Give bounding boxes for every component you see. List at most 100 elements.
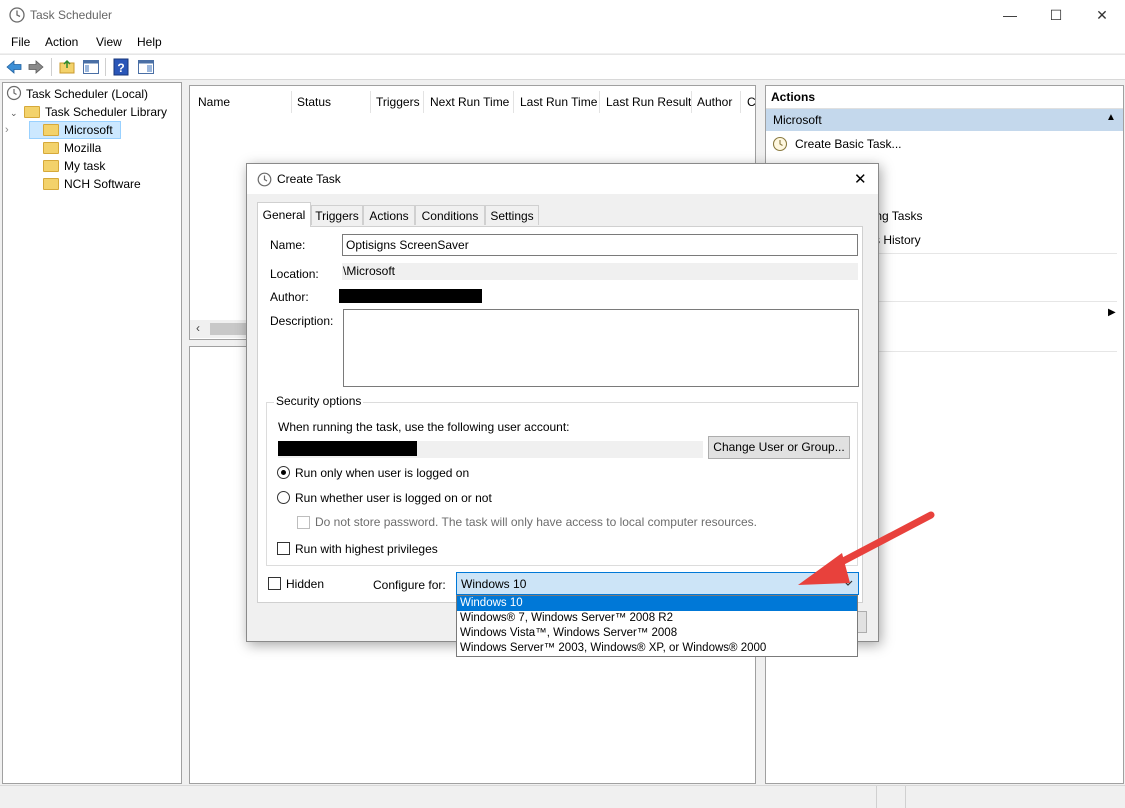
chevron-right-icon[interactable]: ›: [5, 122, 9, 138]
author-redacted: [339, 289, 482, 303]
create-task-dialog: Create Task ✕ General Triggers Actions C…: [246, 163, 879, 642]
menu-file[interactable]: File: [11, 35, 30, 49]
maximize-button[interactable]: ☐: [1033, 0, 1079, 31]
annotation-arrow-icon: [798, 511, 935, 585]
no-store-password-label: Do not store password. The task will onl…: [315, 515, 757, 529]
tree-label: NCH Software: [64, 177, 141, 191]
location-value: \Microsoft: [343, 264, 396, 278]
dialog-title: Create Task: [277, 172, 341, 186]
column-header-status[interactable]: Status: [297, 95, 331, 109]
folder-icon: [43, 160, 59, 172]
highest-privileges-checkbox[interactable]: [277, 542, 290, 555]
tree-item-my-task[interactable]: My task: [43, 157, 105, 175]
radio-whether-label[interactable]: Run whether user is logged on or not: [295, 491, 492, 505]
column-header-author[interactable]: Author: [697, 95, 732, 109]
show-hide-action-pane-icon[interactable]: [137, 58, 155, 76]
forward-arrow-icon[interactable]: [27, 58, 45, 76]
location-label: Location:: [270, 267, 319, 281]
status-bar: [0, 785, 1125, 808]
tree-item-microsoft[interactable]: › Microsoft: [5, 121, 121, 139]
back-arrow-icon[interactable]: [5, 58, 23, 76]
menu-help[interactable]: Help: [137, 35, 162, 49]
account-prompt: When running the task, use the following…: [278, 420, 570, 434]
column-header-c[interactable]: C: [747, 95, 756, 109]
minimize-button[interactable]: —: [987, 0, 1033, 31]
column-header-next-run-time[interactable]: Next Run Time: [430, 95, 509, 109]
folder-icon: [43, 142, 59, 154]
folder-up-icon[interactable]: [58, 58, 76, 76]
help-icon[interactable]: ?: [112, 58, 130, 76]
highest-privileges-label[interactable]: Run with highest privileges: [295, 542, 438, 556]
column-header-last-run-result[interactable]: Last Run Result: [606, 95, 691, 109]
show-hide-console-tree-icon[interactable]: [82, 58, 100, 76]
clock-icon: [9, 7, 25, 23]
hidden-checkbox[interactable]: [268, 577, 281, 590]
library-folder-icon: [24, 106, 40, 118]
collapse-up-icon[interactable]: ▲: [1106, 112, 1116, 123]
configure-option-windows-10[interactable]: Windows 10: [457, 596, 857, 611]
clock-icon: [6, 85, 22, 101]
tree-item-library[interactable]: ⌄ Task Scheduler Library: [10, 103, 167, 121]
task-clock-icon: [772, 136, 788, 152]
svg-text:?: ?: [117, 61, 124, 75]
location-field: \Microsoft: [342, 263, 858, 280]
column-header-name[interactable]: Name: [198, 95, 230, 109]
radio-whether-logged-on[interactable]: [277, 491, 290, 504]
tree-label: Task Scheduler Library: [45, 105, 168, 119]
description-label: Description:: [270, 314, 334, 328]
toolbar: ?: [0, 54, 1125, 80]
tree-item-nch-software[interactable]: NCH Software: [43, 175, 141, 193]
name-input[interactable]: [342, 234, 858, 256]
change-user-button[interactable]: Change User or Group...: [708, 436, 850, 459]
configure-option-windows-server-2003[interactable]: Windows Server™ 2003, Windows® XP, or Wi…: [457, 641, 857, 656]
section-label: Microsoft: [773, 113, 822, 127]
window-title: Task Scheduler: [30, 8, 113, 22]
configure-for-dropdown-list: Windows 10 Windows® 7, Windows Server™ 2…: [456, 595, 858, 657]
tree-label: My task: [64, 159, 106, 173]
configure-for-value: Windows 10: [461, 577, 527, 591]
radio-logged-on[interactable]: [277, 466, 290, 479]
dialog-title-bar: Create Task ✕: [247, 164, 878, 194]
title-bar: Task Scheduler — ☐ ✕: [0, 0, 1125, 31]
menu-action[interactable]: Action: [45, 35, 78, 49]
general-tab-panel: Name: Location: \Microsoft Author: Descr…: [257, 226, 863, 603]
name-label: Name:: [270, 238, 306, 252]
actions-header: Actions: [766, 86, 1123, 109]
tab-settings[interactable]: Settings: [485, 205, 539, 225]
dialog-close-button[interactable]: ✕: [854, 170, 867, 188]
tab-triggers[interactable]: Triggers: [311, 205, 363, 225]
actions-section-microsoft[interactable]: Microsoft ▲: [766, 109, 1123, 131]
menu-view[interactable]: View: [96, 35, 122, 49]
tree-label: Task Scheduler (Local): [26, 87, 149, 101]
no-store-password-checkbox: [297, 516, 310, 529]
radio-logged-on-label[interactable]: Run only when user is logged on: [295, 466, 469, 480]
tab-general[interactable]: General: [257, 202, 311, 227]
tree-item-root[interactable]: Task Scheduler (Local): [6, 85, 148, 103]
actions-title: Actions: [771, 90, 816, 104]
description-input[interactable]: [343, 309, 859, 387]
action-history[interactable]: s History: [874, 233, 921, 247]
close-window-button[interactable]: ✕: [1079, 0, 1125, 31]
scroll-left-icon[interactable]: ‹: [196, 321, 200, 335]
column-header-triggers[interactable]: Triggers: [376, 95, 420, 109]
submenu-arrow-icon[interactable]: ▶: [1108, 307, 1116, 318]
console-tree: Task Scheduler (Local) ⌄ Task Scheduler L…: [2, 82, 182, 784]
action-create-basic-task[interactable]: Create Basic Task...: [772, 136, 902, 152]
configure-option-windows-7[interactable]: Windows® 7, Windows Server™ 2008 R2: [457, 611, 857, 626]
tree-item-mozilla[interactable]: Mozilla: [43, 139, 101, 157]
author-label: Author:: [270, 290, 309, 304]
folder-icon: [43, 124, 59, 136]
action-label: Create Basic Task...: [795, 137, 902, 151]
column-header-last-run-time[interactable]: Last Run Time: [520, 95, 597, 109]
menu-bar: File Action View Help: [0, 31, 1125, 53]
security-options-label: Security options: [274, 394, 364, 408]
user-account-redacted: [278, 441, 417, 456]
hidden-label[interactable]: Hidden: [286, 577, 324, 591]
tab-actions[interactable]: Actions: [363, 205, 415, 225]
clock-icon: [257, 172, 272, 187]
tab-conditions[interactable]: Conditions: [415, 205, 485, 225]
tree-label: Microsoft: [64, 123, 113, 137]
configure-for-label: Configure for:: [373, 578, 446, 592]
configure-option-windows-vista[interactable]: Windows Vista™, Windows Server™ 2008: [457, 626, 857, 641]
chevron-down-icon[interactable]: ⌄: [10, 104, 20, 122]
